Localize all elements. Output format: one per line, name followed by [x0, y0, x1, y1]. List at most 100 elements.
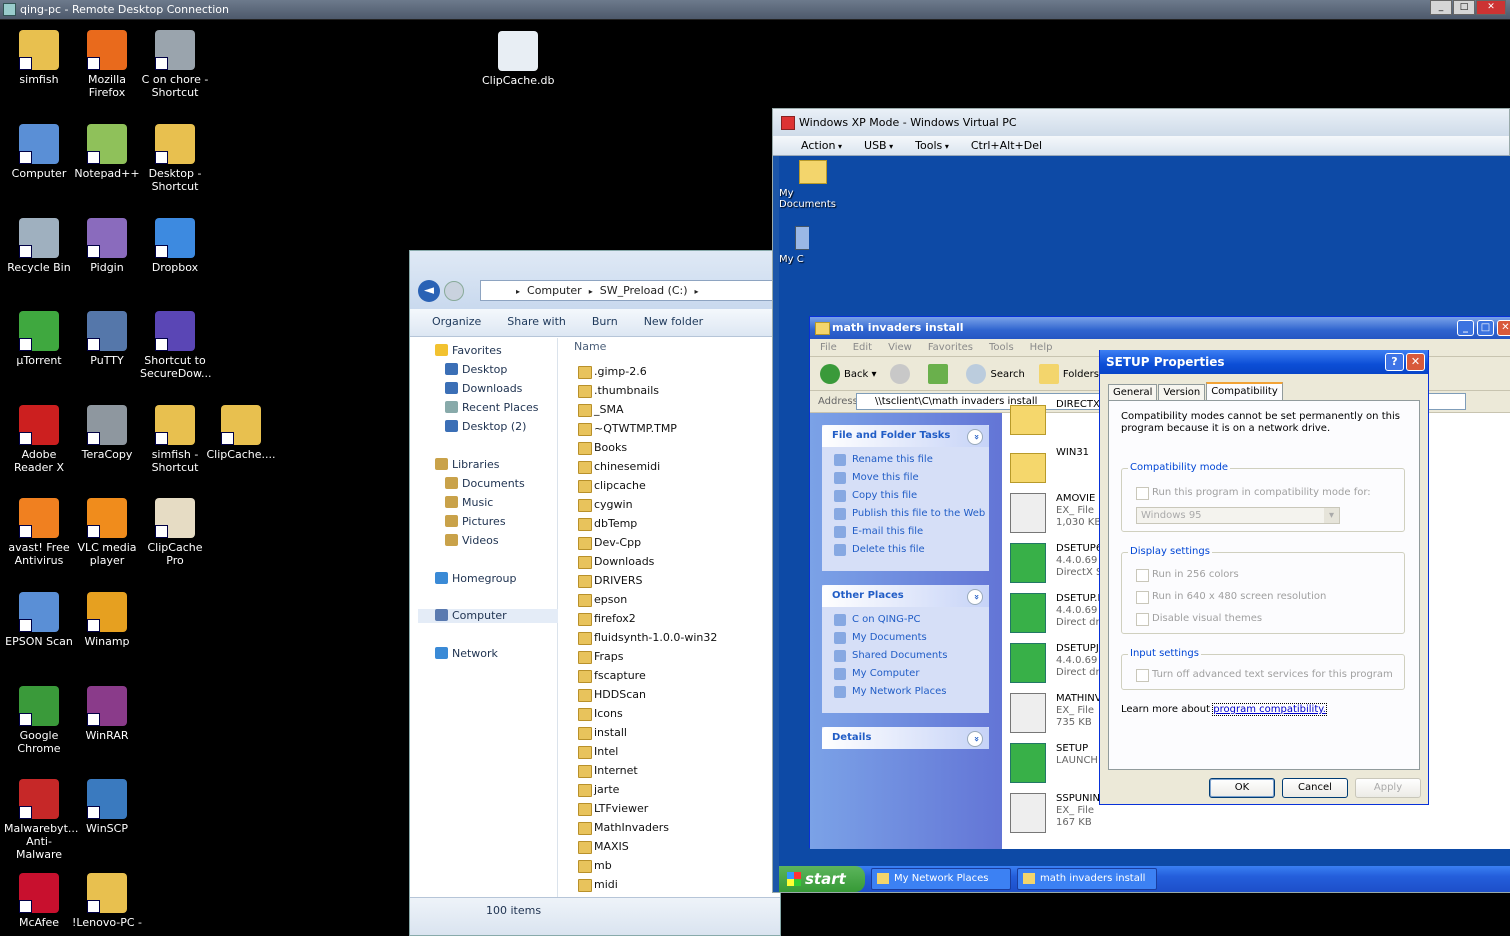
folder-row[interactable]: epson [578, 591, 627, 609]
xp-menu-favorites[interactable]: Favorites [928, 339, 973, 356]
desktop-icon-16[interactable]: ClipCache.... [206, 405, 276, 461]
place-c-on-qing-pc[interactable]: C on QING-PC [822, 611, 989, 629]
folder-row[interactable]: Downloads [578, 553, 654, 571]
folder-row[interactable]: mb [578, 857, 612, 875]
burn-button[interactable]: Burn [592, 309, 618, 336]
desktop-icon-19[interactable]: ClipCache Pro [140, 498, 210, 567]
organize-button[interactable]: Organize [432, 309, 481, 336]
xp-file-item[interactable]: WIN31 [1010, 447, 1089, 493]
xp-menu-edit[interactable]: Edit [853, 339, 872, 356]
nav-item-music[interactable]: Music [445, 496, 493, 510]
folder-row[interactable]: Intel [578, 743, 618, 761]
tab-version[interactable]: Version [1158, 384, 1206, 401]
desktop-icon-1[interactable]: simfish [4, 30, 74, 86]
nav-item-videos[interactable]: Videos [445, 534, 499, 548]
compat-os-select[interactable]: Windows 95 [1136, 507, 1340, 524]
other-places-header[interactable]: Other Places [822, 585, 989, 607]
folder-row[interactable]: LTFviewer [578, 800, 648, 818]
xp-back-button[interactable]: Back ▾ [820, 363, 876, 384]
folder-row[interactable]: .gimp-2.6 [578, 363, 647, 381]
rdp-maximize-button[interactable]: □ [1453, 0, 1475, 15]
task-publish-this-file-to-the-web[interactable]: Publish this file to the Web [822, 505, 989, 523]
run-640x480-checkbox[interactable]: Run in 640 x 480 screen resolution [1136, 591, 1326, 604]
desktop-icon-12[interactable]: Shortcut to SecureDow... [140, 311, 212, 380]
folder-row[interactable]: .thumbnails [578, 382, 659, 400]
xp-minimize-button[interactable]: _ [1457, 320, 1474, 336]
nav-item-pictures[interactable]: Pictures [445, 515, 506, 529]
taskbar-math-invaders-install[interactable]: math invaders install [1017, 868, 1157, 890]
xp-file-item[interactable]: MATHINV EX_ File 735 KB [1010, 693, 1102, 739]
program-compatibility-link[interactable]: program compatibility. [1212, 703, 1327, 716]
nav-item-downloads[interactable]: Downloads [445, 382, 522, 396]
desktop-icon-9[interactable]: Dropbox [140, 218, 210, 274]
file-folder-tasks-header[interactable]: File and Folder Tasks [822, 425, 989, 447]
xp-file-item[interactable]: DIRECTX [1010, 399, 1100, 445]
folder-row[interactable]: HDDScan [578, 686, 646, 704]
desktop-icon-7[interactable]: Recycle Bin [4, 218, 74, 274]
ctrl-alt-del-button[interactable]: Ctrl+Alt+Del [971, 136, 1042, 155]
disable-visual-themes-checkbox[interactable]: Disable visual themes [1136, 613, 1262, 626]
task-move-this-file[interactable]: Move this file [822, 469, 989, 487]
desktop-icon-23[interactable]: WinRAR [72, 686, 142, 742]
xp-up-button[interactable] [928, 363, 952, 384]
desktop-icon-14[interactable]: TeraCopy [72, 405, 142, 461]
desktop-icon-22[interactable]: Google Chrome [4, 686, 74, 755]
task-rename-this-file[interactable]: Rename this file [822, 451, 989, 469]
compat-mode-checkbox[interactable]: Run this program in compatibility mode f… [1136, 487, 1371, 500]
breadcrumb-computer[interactable]: Computer [527, 284, 582, 297]
forward-arrow-icon[interactable] [444, 281, 464, 301]
desktop-icon-27[interactable]: !Lenovo-PC - [72, 873, 142, 929]
nav-item-documents[interactable]: Documents [445, 477, 525, 491]
folder-row[interactable]: Books [578, 439, 627, 457]
xp-menu-file[interactable]: File [820, 339, 837, 356]
tab-general[interactable]: General [1108, 384, 1158, 401]
start-button[interactable]: start [779, 866, 865, 892]
folder-row[interactable]: Internet [578, 762, 638, 780]
rdp-minimize-button[interactable]: _ [1430, 0, 1452, 15]
desktop-icon-24[interactable]: Malwarebyt... Anti-Malware [4, 779, 78, 861]
desktop-icon-4[interactable]: Computer [4, 124, 74, 180]
nav-item-desktop-2-[interactable]: Desktop (2) [445, 420, 526, 434]
task-e-mail-this-file[interactable]: E-mail this file [822, 523, 989, 541]
desktop-icon-13[interactable]: Adobe Reader X [4, 405, 74, 474]
nav-item-recent-places[interactable]: Recent Places [445, 401, 539, 415]
nav-item-libraries[interactable]: Libraries [435, 458, 500, 472]
task-copy-this-file[interactable]: Copy this file [822, 487, 989, 505]
desktop-icon-18[interactable]: VLC media player [72, 498, 142, 567]
details-header[interactable]: Details [822, 727, 989, 749]
new-folder-button[interactable]: New folder [644, 309, 703, 336]
dialog-close-button[interactable]: ✕ [1406, 353, 1425, 371]
place-my-documents[interactable]: My Documents [822, 629, 989, 647]
place-shared-documents[interactable]: Shared Documents [822, 647, 989, 665]
folder-row[interactable]: MathInvaders [578, 819, 669, 837]
xp-folders-button[interactable]: Folders [1038, 363, 1099, 384]
place-my-network-places[interactable]: My Network Places [822, 683, 989, 701]
task-delete-this-file[interactable]: Delete this file [822, 541, 989, 559]
apply-button[interactable]: Apply [1355, 778, 1421, 798]
place-my-computer[interactable]: My Computer [822, 665, 989, 683]
desktop-icon-28[interactable]: ClipCache.db [482, 31, 554, 87]
desktop-icon-25[interactable]: WinSCP [72, 779, 142, 835]
desktop-icon-21[interactable]: Winamp [72, 592, 142, 648]
folder-row[interactable]: dbTemp [578, 515, 637, 533]
xp-menu-help[interactable]: Help [1030, 339, 1053, 356]
nav-item-desktop[interactable]: Desktop [445, 363, 507, 377]
folder-row[interactable]: clipcache [578, 477, 646, 495]
folder-row[interactable]: _SMA [578, 401, 624, 419]
folder-row[interactable]: midi [578, 876, 618, 894]
folder-row[interactable]: Icons [578, 705, 623, 723]
xp-my-computer[interactable]: My C [779, 226, 809, 265]
xp-menu-view[interactable]: View [888, 339, 912, 356]
nav-item-favorites[interactable]: Favorites [435, 344, 502, 358]
action-menu[interactable]: Action [801, 136, 842, 155]
nav-item-homegroup[interactable]: Homegroup [435, 572, 516, 586]
xp-my-documents[interactable]: My Documents [779, 160, 849, 210]
xp-close-button[interactable]: ✕ [1497, 320, 1510, 336]
xp-file-item[interactable]: SSPUNINS EX_ File 167 KB [1010, 793, 1106, 839]
desktop-icon-3[interactable]: C on chore - Shortcut [140, 30, 210, 99]
breadcrumb-drive[interactable]: SW_Preload (C:) [600, 284, 688, 297]
desktop-icon-20[interactable]: EPSON Scan [4, 592, 74, 648]
tools-menu[interactable]: Tools [915, 136, 949, 155]
desktop-icon-15[interactable]: simfish - Shortcut [140, 405, 210, 474]
tab-compatibility[interactable]: Compatibility [1206, 382, 1283, 401]
